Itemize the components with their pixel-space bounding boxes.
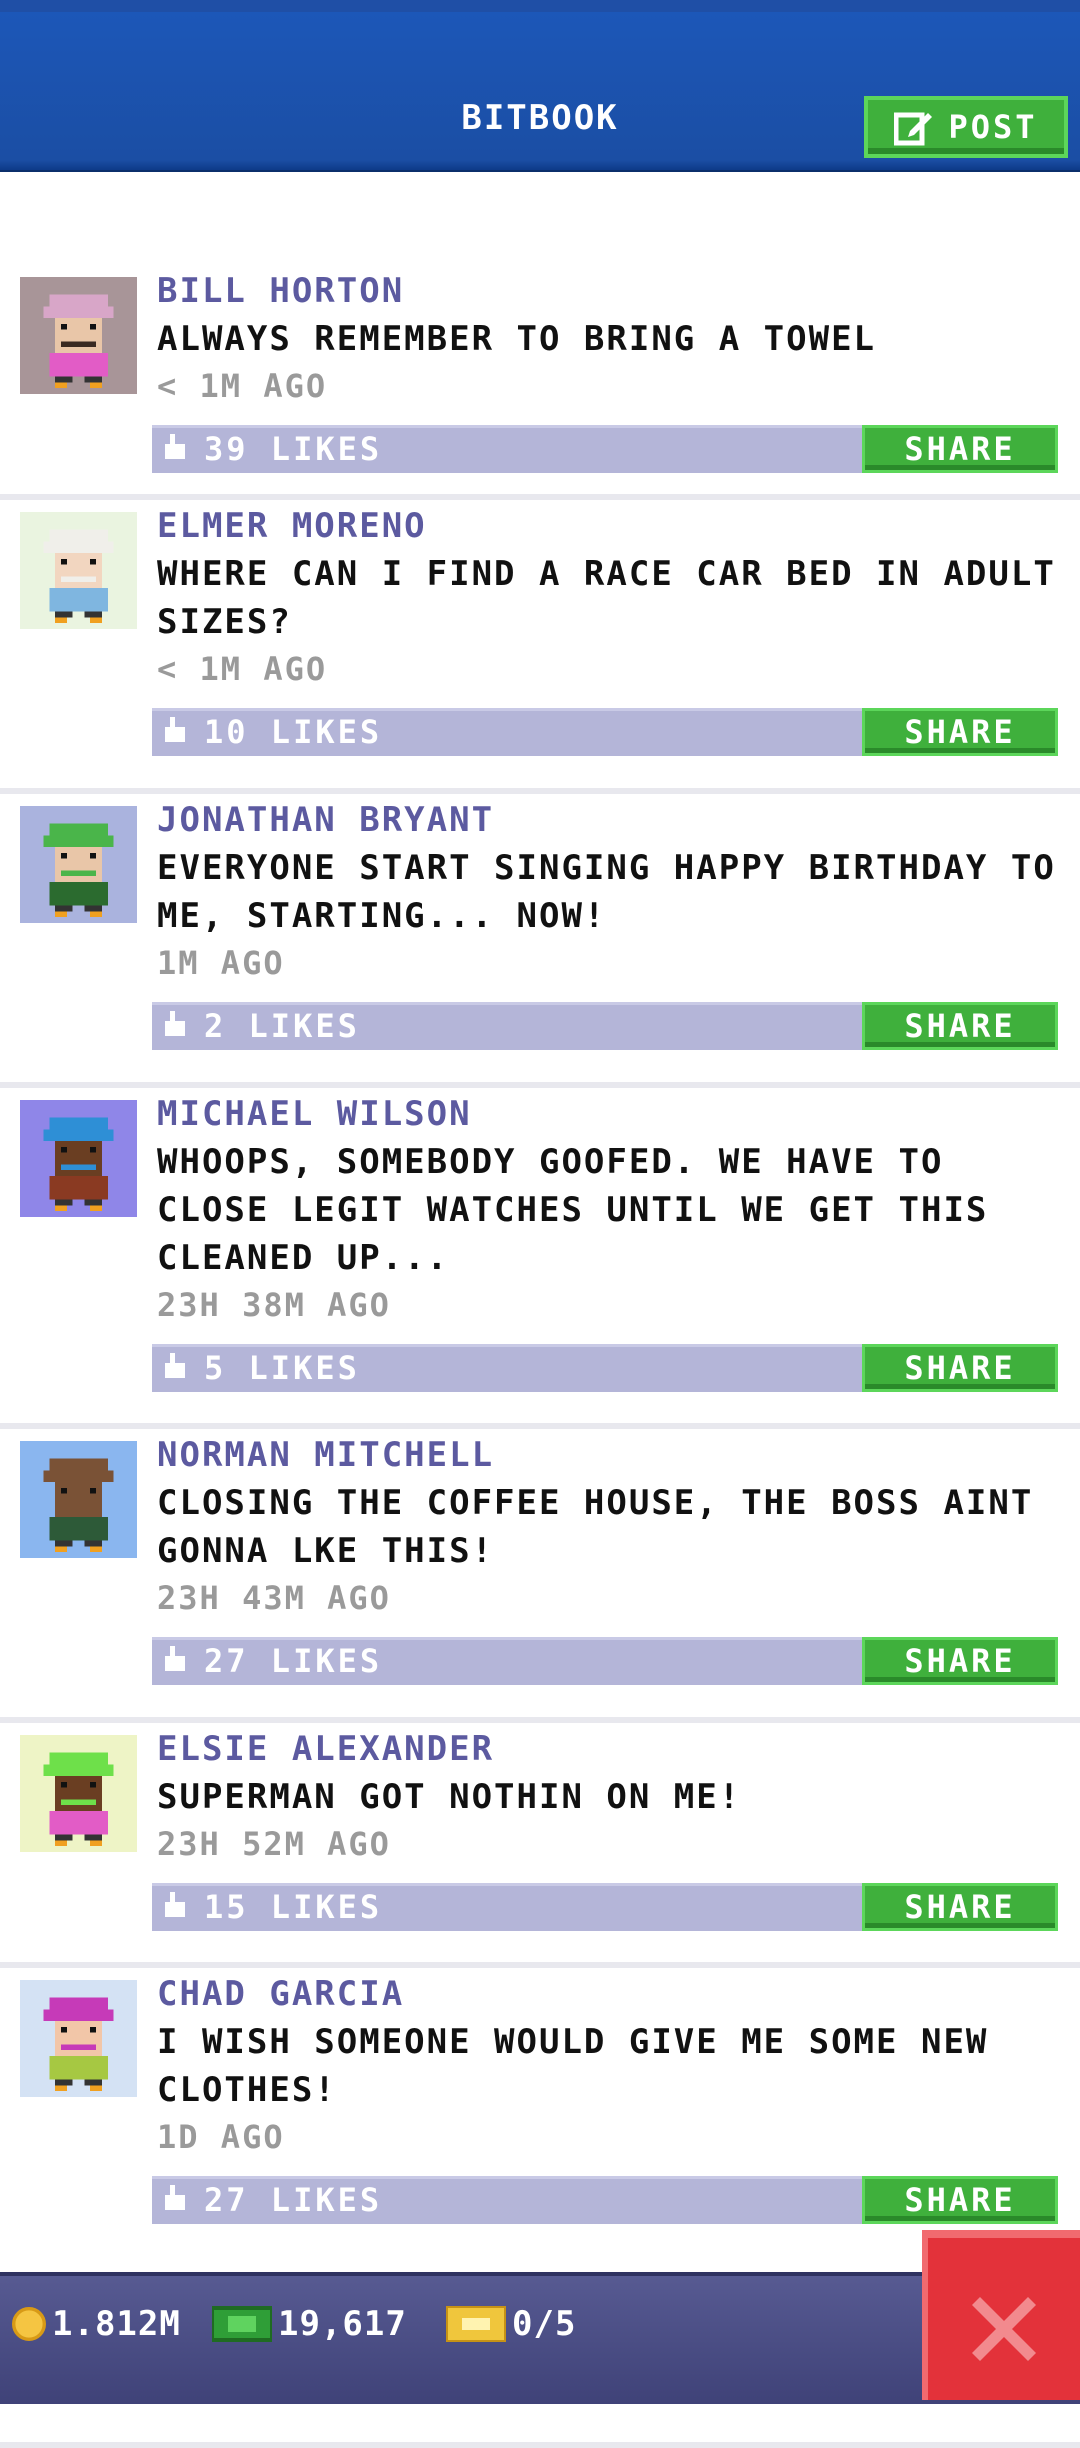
- post-message: EVERYONE START SINGING HAPPY BIRTHDAY TO…: [157, 848, 1056, 936]
- post-item: JONATHAN BRYANT EVERYONE START SINGING H…: [0, 794, 1080, 1088]
- avatar[interactable]: [20, 512, 137, 629]
- avatar-image: [43, 1997, 114, 2092]
- thumbs-up-icon[interactable]: [162, 1892, 188, 1922]
- coin-icon: [12, 2307, 46, 2341]
- post-item: BILL HORTON ALWAYS REMEMBER TO BRING A T…: [0, 170, 1080, 500]
- likes-bar: 27 LIKES SHARE: [152, 2176, 1058, 2224]
- tickets-stat: 0/5: [446, 2304, 576, 2344]
- post-message: SUPERMAN GOT NOTHIN ON ME!: [157, 1777, 742, 1817]
- app-header: BITBOOK POST: [0, 0, 1080, 172]
- share-button[interactable]: SHARE: [862, 708, 1058, 756]
- share-button[interactable]: SHARE: [862, 1344, 1058, 1392]
- share-button-label: SHARE: [904, 1007, 1016, 1045]
- likes-bar: 15 LIKES SHARE: [152, 1883, 1058, 1931]
- post-item: NORMAN MITCHELL CLOSING THE COFFEE HOUSE…: [0, 1429, 1080, 1723]
- avatar[interactable]: [20, 1980, 137, 2097]
- share-button-label: SHARE: [904, 2181, 1016, 2219]
- post-message: WHERE CAN I FIND A RACE CAR BED IN ADULT…: [157, 554, 1056, 642]
- share-button[interactable]: SHARE: [862, 2176, 1058, 2224]
- post-author[interactable]: NORMAN MITCHELL: [157, 1435, 494, 1475]
- thumbs-up-icon[interactable]: [162, 717, 188, 747]
- post-author[interactable]: JONATHAN BRYANT: [157, 800, 494, 840]
- cash-stat: 19,617: [212, 2304, 407, 2344]
- post-button-label: POST: [948, 108, 1038, 146]
- thumbs-up-icon[interactable]: [162, 434, 188, 464]
- likes-count: 15 LIKES: [204, 1888, 383, 1926]
- close-button[interactable]: [922, 2230, 1080, 2400]
- cash-value: 19,617: [278, 2304, 407, 2344]
- avatar[interactable]: [20, 1735, 137, 1852]
- post-item: ELMER MORENO WHERE CAN I FIND A RACE CAR…: [0, 500, 1080, 794]
- post-message: WHOOPS, SOMEBODY GOOFED. WE HAVE TO CLOS…: [157, 1142, 989, 1278]
- post-time: 23H 43M AGO: [157, 1579, 391, 1617]
- avatar[interactable]: [20, 1441, 137, 1558]
- post-time: < 1M AGO: [157, 367, 328, 405]
- status-bar: 1.812M 19,617 0/5: [0, 2272, 1080, 2404]
- avatar-image: [43, 1458, 114, 1553]
- post-time: < 1M AGO: [157, 650, 328, 688]
- post-item: ELSIE ALEXANDER SUPERMAN GOT NOTHIN ON M…: [0, 1723, 1080, 1968]
- post-time: 1D AGO: [157, 2118, 285, 2156]
- avatar-image: [43, 1117, 114, 1212]
- post-button[interactable]: POST: [864, 96, 1068, 158]
- post-item: MICHAEL WILSON WHOOPS, SOMEBODY GOOFED. …: [0, 1088, 1080, 1429]
- share-button[interactable]: SHARE: [862, 1637, 1058, 1685]
- share-button[interactable]: SHARE: [862, 425, 1058, 473]
- edit-icon: [894, 112, 933, 146]
- share-button-label: SHARE: [904, 1349, 1016, 1387]
- likes-bar: 27 LIKES SHARE: [152, 1637, 1058, 1685]
- share-button-label: SHARE: [904, 1642, 1016, 1680]
- avatar-image: [43, 823, 114, 918]
- post-time: 23H 52M AGO: [157, 1825, 391, 1863]
- coins-value: 1.812M: [52, 2304, 181, 2344]
- share-button-label: SHARE: [904, 430, 1016, 468]
- post-author[interactable]: ELSIE ALEXANDER: [157, 1729, 494, 1769]
- cash-icon: [212, 2306, 272, 2342]
- ticket-icon: [446, 2306, 506, 2342]
- post-author[interactable]: CHAD GARCIA: [157, 1974, 404, 2014]
- likes-count: 27 LIKES: [204, 1642, 383, 1680]
- avatar[interactable]: [20, 1100, 137, 1217]
- post-author[interactable]: MICHAEL WILSON: [157, 1094, 472, 1134]
- thumbs-up-icon[interactable]: [162, 1011, 188, 1041]
- thumbs-up-icon[interactable]: [162, 1646, 188, 1676]
- post-author[interactable]: BILL HORTON: [157, 271, 404, 311]
- avatar-image: [43, 529, 114, 624]
- share-button[interactable]: SHARE: [862, 1002, 1058, 1050]
- coins-stat: 1.812M: [12, 2304, 181, 2344]
- avatar-image: [43, 294, 114, 389]
- close-icon: [972, 2297, 1036, 2361]
- avatar-image: [43, 1752, 114, 1847]
- post-message: I WISH SOMEONE WOULD GIVE ME SOME NEW CL…: [157, 2022, 989, 2110]
- avatar[interactable]: [20, 806, 137, 923]
- likes-bar: 5 LIKES SHARE: [152, 1344, 1058, 1392]
- post-author[interactable]: ELMER MORENO: [157, 506, 427, 546]
- likes-bar: 10 LIKES SHARE: [152, 708, 1058, 756]
- share-button-label: SHARE: [904, 713, 1016, 751]
- likes-count: 27 LIKES: [204, 2181, 383, 2219]
- post-time: 23H 38M AGO: [157, 1286, 391, 1324]
- post-message: CLOSING THE COFFEE HOUSE, THE BOSS AINT …: [157, 1483, 1034, 1571]
- likes-count: 39 LIKES: [204, 430, 383, 468]
- likes-count: 5 LIKES: [204, 1349, 360, 1387]
- post-time: 1M AGO: [157, 944, 285, 982]
- likes-bar: 2 LIKES SHARE: [152, 1002, 1058, 1050]
- likes-count: 10 LIKES: [204, 713, 383, 751]
- share-button[interactable]: SHARE: [862, 1883, 1058, 1931]
- likes-bar: 39 LIKES SHARE: [152, 425, 1058, 473]
- likes-count: 2 LIKES: [204, 1007, 360, 1045]
- post-message: ALWAYS REMEMBER TO BRING A TOWEL: [157, 319, 877, 359]
- thumbs-up-icon[interactable]: [162, 2185, 188, 2215]
- thumbs-up-icon[interactable]: [162, 1353, 188, 1383]
- share-button-label: SHARE: [904, 1888, 1016, 1926]
- tickets-value: 0/5: [512, 2304, 577, 2344]
- avatar[interactable]: [20, 277, 137, 394]
